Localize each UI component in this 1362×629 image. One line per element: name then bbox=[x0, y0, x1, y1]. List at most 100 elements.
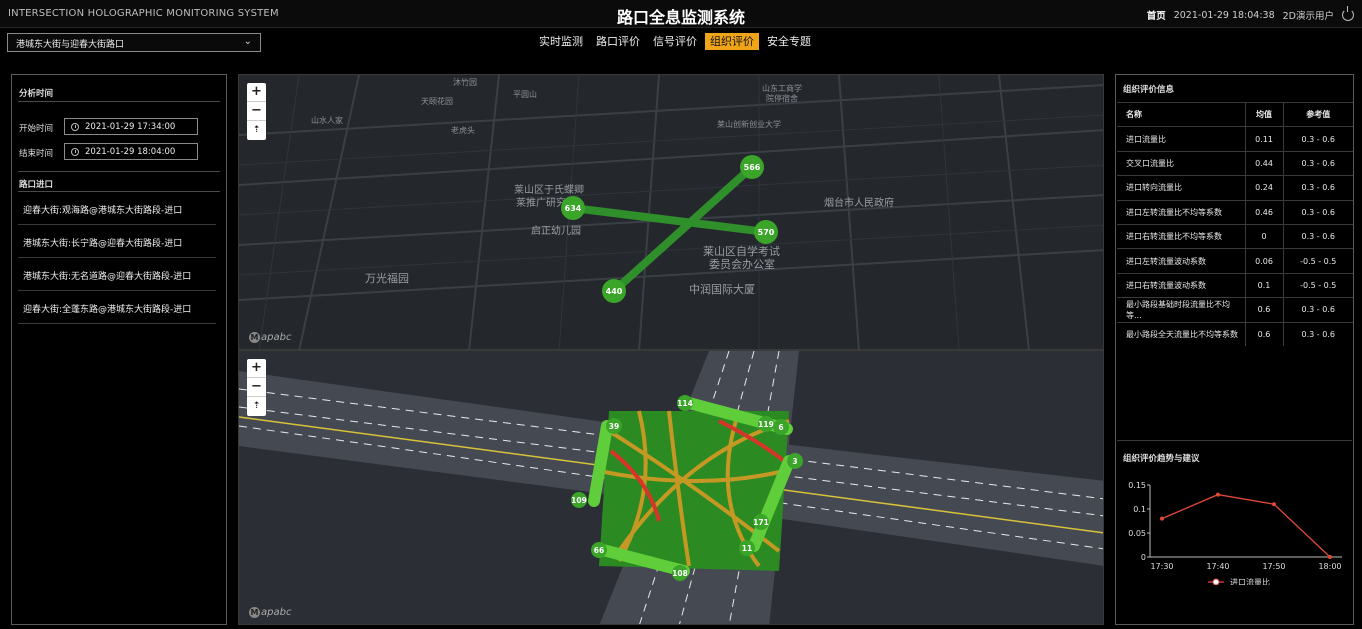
lane-node[interactable]: 171 bbox=[753, 514, 769, 530]
lane-node-value: 114 bbox=[677, 399, 693, 408]
lane-node-value: 119 bbox=[758, 420, 774, 429]
start-time-label: 开始时间 bbox=[19, 124, 54, 134]
flow-node[interactable]: 440 bbox=[602, 279, 626, 303]
end-time-label: 结束时间 bbox=[19, 149, 54, 159]
lane-node[interactable]: 39 bbox=[606, 418, 622, 434]
x-tick-label: 18:00 bbox=[1318, 562, 1341, 571]
flow-node-value: 440 bbox=[606, 287, 623, 296]
col-mean: 均值 bbox=[1244, 101, 1283, 127]
lane-node-value: 171 bbox=[753, 518, 769, 527]
left-panel: 分析时间 开始时间 2021-01-29 17:34:00 结束时间 2021-… bbox=[11, 74, 227, 625]
lane-node-value: 39 bbox=[609, 422, 619, 431]
lane-node-value: 6 bbox=[778, 423, 783, 432]
intersection-select[interactable]: 港城东大街与迎春大街路口 ⌄ bbox=[7, 33, 261, 52]
divider bbox=[1117, 440, 1352, 441]
clock-icon bbox=[71, 123, 79, 131]
flow-node-value: 570 bbox=[758, 228, 775, 237]
data-point bbox=[1160, 516, 1164, 521]
map-logo: Mapabc bbox=[249, 332, 292, 343]
end-time-value: 2021-01-29 18:04:00 bbox=[85, 147, 176, 157]
flow-node[interactable]: 634 bbox=[561, 196, 585, 220]
list-item[interactable]: 港城东大街:无名道路@迎春大街路段-进口 bbox=[18, 258, 216, 291]
lane-node-value: 66 bbox=[594, 546, 604, 555]
lane-node-value: 3 bbox=[792, 457, 797, 466]
tab-intersection-eval[interactable]: 路口评价 bbox=[591, 33, 645, 50]
list-item[interactable]: 迎春大街:全蓬东路@港城东大街路段-进口 bbox=[18, 291, 216, 324]
col-reference: 参考值 bbox=[1282, 101, 1353, 127]
col-name: 名称 bbox=[1117, 101, 1245, 127]
entries-title: 路口进口 bbox=[19, 180, 54, 190]
lane-node-value: 108 bbox=[672, 569, 688, 578]
end-time-field[interactable]: 2021-01-29 18:04:00 bbox=[64, 143, 198, 160]
top-bar: INTERSECTION HOLOGRAPHIC MONITORING SYST… bbox=[0, 0, 1362, 28]
tab-realtime[interactable]: 实时监测 bbox=[534, 33, 588, 50]
lane-node[interactable]: 6 bbox=[773, 419, 789, 435]
lane-node[interactable]: 108 bbox=[672, 565, 688, 581]
list-item[interactable]: 港城东大街:长宁路@迎春大街路段-进口 bbox=[18, 225, 216, 258]
data-point bbox=[1272, 502, 1276, 507]
lane-node[interactable]: 66 bbox=[591, 542, 607, 558]
map-logo: Mapabc bbox=[249, 607, 292, 618]
list-item[interactable]: 迎春大街:观海路@港城东大街路段-进口 bbox=[18, 192, 216, 225]
lane-node[interactable]: 114 bbox=[677, 395, 693, 411]
table-row: 进口流量比 0.11 0.3 - 0.6 bbox=[1117, 126, 1353, 152]
x-tick-label: 17:40 bbox=[1206, 562, 1229, 571]
data-point bbox=[1216, 492, 1220, 497]
tab-safety[interactable]: 安全专题 bbox=[762, 33, 816, 50]
flow-node[interactable]: 570 bbox=[754, 220, 778, 244]
analysis-time-title: 分析时间 bbox=[19, 89, 54, 99]
y-tick-label: 0.1 bbox=[1133, 505, 1146, 514]
table-row: 进口右转流量波动系数 0.1 -0.5 - 0.5 bbox=[1117, 272, 1353, 298]
flow-nodes: 566 634 570 440 bbox=[561, 155, 778, 303]
eval-info-title: 组织评价信息 bbox=[1123, 85, 1175, 95]
top-right-group: 首页 2021-01-29 18:04:38 2D演示用户 bbox=[1147, 6, 1354, 22]
tab-signal-eval[interactable]: 信号评价 bbox=[648, 33, 702, 50]
eval-table: 名称 均值 参考值 进口流量比 0.11 0.3 - 0.6 交叉口流量比 0.44 0… bbox=[1117, 101, 1353, 347]
trend-title: 组织评价趋势与建议 bbox=[1123, 454, 1200, 464]
y-tick-label: 0.05 bbox=[1128, 529, 1146, 538]
table-row: 最小路段基础时段流量比不均等... 0.6 0.3 - 0.6 bbox=[1117, 297, 1353, 323]
start-time-field[interactable]: 2021-01-29 17:34:00 bbox=[64, 118, 198, 135]
tab-organization-eval[interactable]: 组织评价 bbox=[705, 33, 759, 50]
table-row: 最小路段全天流量比不均等系数 0.6 0.3 - 0.6 bbox=[1117, 321, 1353, 347]
table-row: 进口左转流量波动系数 0.06 -0.5 - 0.5 bbox=[1117, 248, 1353, 274]
intersection-map[interactable]: + − ⇡ 114 39 3 109 119 6 171 11 66 108 M… bbox=[238, 350, 1104, 625]
divider bbox=[18, 101, 220, 102]
lane-node-value: 109 bbox=[571, 496, 587, 505]
user-name[interactable]: 2D演示用户 bbox=[1283, 8, 1334, 22]
legend-label: 进口流量比 bbox=[1230, 577, 1270, 585]
divider bbox=[18, 171, 220, 172]
y-tick-label: 0.15 bbox=[1128, 481, 1146, 490]
flow-node-value: 634 bbox=[565, 204, 582, 213]
lane-node[interactable]: 119 bbox=[758, 416, 774, 432]
main-nav: 实时监测 路口评价 信号评价 组织评价 安全专题 bbox=[534, 33, 816, 50]
intersection-select-value: 港城东大街与迎春大街路口 bbox=[16, 40, 125, 50]
right-panel: 组织评价信息 名称 均值 参考值 进口流量比 0.11 0.3 - 0.6 交叉口流… bbox=[1115, 74, 1354, 625]
lane-node[interactable]: 11 bbox=[739, 540, 755, 556]
power-icon[interactable] bbox=[1342, 6, 1354, 21]
start-time-value: 2021-01-29 17:34:00 bbox=[85, 122, 176, 132]
lane-node[interactable]: 3 bbox=[787, 453, 803, 469]
trend-chart: 0 0.05 0.1 0.15 17:30 17:40 17:50 18:00 进口流量比 bbox=[1128, 481, 1342, 585]
home-link[interactable]: 首页 bbox=[1147, 8, 1166, 22]
series-line bbox=[1161, 493, 1331, 558]
x-tick-label: 17:50 bbox=[1262, 562, 1285, 571]
overview-map[interactable]: + − ⇡ 沐竹园 平圆山 山东工商学 院停宿舍 天颐花园 山水人家 老虎头 莱… bbox=[238, 74, 1104, 350]
data-point bbox=[1328, 555, 1332, 559]
table-header-row: 名称 均值 参考值 bbox=[1117, 101, 1353, 127]
table-row: 进口左转流量比不均等系数 0.46 0.3 - 0.6 bbox=[1117, 199, 1353, 225]
table-row: 交叉口流量比 0.44 0.3 - 0.6 bbox=[1117, 150, 1353, 176]
table-row: 进口转向流量比 0.24 0.3 - 0.6 bbox=[1117, 175, 1353, 201]
lane-node[interactable]: 109 bbox=[571, 492, 587, 508]
clock-icon bbox=[71, 148, 79, 156]
flow-node-value: 566 bbox=[744, 163, 761, 172]
legend-marker bbox=[1212, 578, 1220, 585]
current-datetime: 2021-01-29 18:04:38 bbox=[1173, 9, 1275, 21]
flow-node[interactable]: 566 bbox=[740, 155, 764, 179]
lane-nodes: 114 39 3 109 119 6 171 11 66 108 bbox=[571, 395, 803, 581]
y-tick-label: 0 bbox=[1141, 553, 1146, 562]
chevron-down-icon: ⌄ bbox=[243, 36, 252, 47]
x-tick-label: 17:30 bbox=[1150, 562, 1173, 571]
table-row: 进口右转流量比不均等系数 0 0.3 - 0.6 bbox=[1117, 223, 1353, 249]
lane-node-value: 11 bbox=[742, 544, 752, 553]
